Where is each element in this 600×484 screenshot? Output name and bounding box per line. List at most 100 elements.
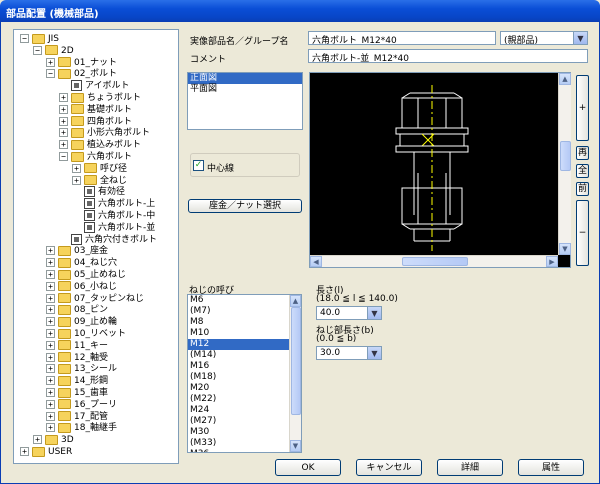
tree-item[interactable]: + ちょうボルト <box>59 92 141 104</box>
tree-item[interactable]: +03_座金 <box>46 245 108 257</box>
tree-item[interactable]: +17_配管 <box>46 411 108 423</box>
tree-item[interactable]: + 呼び径 <box>72 163 127 175</box>
expand-icon[interactable]: + <box>59 140 68 150</box>
expand-icon[interactable]: + <box>46 329 55 338</box>
tree-item[interactable]: +13_シール <box>46 363 117 375</box>
tree-item[interactable]: 六角ボルト-中 <box>72 210 155 222</box>
scroll-down-icon[interactable]: ▼ <box>290 440 301 452</box>
tree-item[interactable]: 六角ボルト-上 <box>72 198 155 210</box>
tree-item[interactable]: +06_小ねじ <box>46 281 117 293</box>
tree-item[interactable]: +15_歯車 <box>46 387 108 399</box>
view-item-top[interactable]: 平面図 <box>188 84 302 95</box>
thread-size-item[interactable]: (M22) <box>188 394 301 405</box>
redraw-button[interactable]: 再 <box>576 146 589 160</box>
expand-icon[interactable]: + <box>46 423 55 433</box>
fit-all-button[interactable]: 全 <box>576 164 589 178</box>
hscroll-thumb[interactable] <box>402 257 468 266</box>
expand-icon[interactable]: + <box>59 93 68 102</box>
scroll-right-icon[interactable]: ▶ <box>546 256 558 267</box>
tree-item[interactable]: + 全ねじ <box>72 175 127 187</box>
length-select[interactable]: 40.0 ▼ <box>316 306 382 320</box>
thread-size-item[interactable]: (M33) <box>188 438 301 449</box>
view-item-front[interactable]: 正面図 <box>188 73 302 84</box>
thread-size-item[interactable]: M20 <box>188 383 301 394</box>
tree-item[interactable]: +12_軸受 <box>46 352 108 364</box>
expand-icon[interactable]: + <box>46 364 55 374</box>
scroll-thumb[interactable] <box>560 141 571 171</box>
scroll-up-icon[interactable]: ▲ <box>290 295 301 307</box>
chevron-down-icon[interactable]: ▼ <box>367 307 381 319</box>
preview-canvas[interactable] <box>309 72 571 268</box>
tree-item[interactable]: + 四角ボルト <box>59 116 132 128</box>
expand-icon[interactable]: + <box>46 340 55 350</box>
expand-icon[interactable]: + <box>46 258 55 268</box>
view-list[interactable]: 正面図 平面図 <box>187 72 303 130</box>
thread-size-item[interactable]: M6 <box>188 295 301 306</box>
part-name-field[interactable]: 六角ボルト_M12*40 <box>308 31 496 45</box>
expand-icon[interactable]: + <box>46 270 55 279</box>
thread-size-item[interactable]: M30 <box>188 427 301 438</box>
tree-item[interactable]: − 02_ボルト <box>46 68 117 80</box>
tree-item[interactable]: 有効径 <box>72 186 125 198</box>
tree-item[interactable]: +01_ナット <box>46 57 117 69</box>
thread-size-item[interactable]: (M27) <box>188 416 301 427</box>
scroll-thumb[interactable] <box>291 307 301 415</box>
thread-length-select[interactable]: 30.0 ▼ <box>316 346 382 360</box>
scroll-up-icon[interactable]: ▲ <box>559 73 571 85</box>
zoom-out-button[interactable]: − <box>576 200 589 266</box>
tree-item[interactable]: +11_キー <box>46 340 108 352</box>
thread-size-item[interactable]: M10 <box>188 328 301 339</box>
comment-field[interactable]: 六角ボルト-並_M12*40 <box>308 49 588 63</box>
tree-item[interactable]: +04_ねじ穴 <box>46 257 117 269</box>
expand-icon[interactable]: + <box>59 128 68 138</box>
tree-item[interactable]: +18_軸継手 <box>46 422 117 434</box>
expand-icon[interactable]: + <box>46 352 55 362</box>
properties-button[interactable]: 属性 <box>518 459 584 476</box>
part-tree[interactable]: − JIS −2D +01_ナット −02_ボルト アイボルト + ちょうボルト + 基礎ボルト +… <box>13 29 179 464</box>
tree-item[interactable]: +05_止めねじ <box>46 269 126 281</box>
expand-icon[interactable]: + <box>46 317 55 327</box>
previous-view-button[interactable]: 前 <box>576 182 589 196</box>
tree-item[interactable]: − 2D <box>33 45 74 57</box>
collapse-icon[interactable]: − <box>33 45 42 55</box>
thread-size-item[interactable]: M12 <box>188 339 301 350</box>
washer-nut-select-button[interactable]: 座金／ナット選択 <box>188 199 302 213</box>
expand-icon[interactable]: + <box>46 305 55 315</box>
expand-icon[interactable]: + <box>46 281 55 291</box>
expand-icon[interactable]: + <box>46 399 55 409</box>
expand-icon[interactable]: + <box>46 411 55 421</box>
expand-icon[interactable]: + <box>46 293 55 303</box>
collapse-icon[interactable]: − <box>46 69 55 79</box>
thread-size-item[interactable]: M8 <box>188 317 301 328</box>
centerline-checkbox[interactable]: ✓ <box>193 160 204 171</box>
thread-size-item[interactable]: (M18) <box>188 372 301 383</box>
canvas-vscroll[interactable]: ▲ ▼ <box>558 73 571 255</box>
tree-item[interactable]: +08_ピン <box>46 304 108 316</box>
expand-icon[interactable]: + <box>46 388 55 397</box>
expand-icon[interactable]: + <box>46 57 55 67</box>
tree-item[interactable]: +16_プーリ <box>46 399 117 411</box>
detail-button[interactable]: 詳細 <box>437 459 503 476</box>
thread-list-vscroll[interactable]: ▲ ▼ <box>289 295 301 452</box>
cancel-button[interactable]: キャンセル <box>356 459 422 476</box>
expand-icon[interactable]: + <box>33 435 42 445</box>
tree-item[interactable]: − JIS <box>20 33 59 45</box>
tree-item[interactable]: − 六角ボルト <box>59 151 132 163</box>
thread-size-item[interactable]: (M14) <box>188 350 301 361</box>
expand-icon[interactable]: + <box>46 246 55 256</box>
group-select[interactable]: (親部品) ▼ <box>500 31 588 45</box>
collapse-icon[interactable]: − <box>59 152 68 161</box>
thread-size-item[interactable]: M24 <box>188 405 301 416</box>
scroll-left-icon[interactable]: ◀ <box>310 256 322 267</box>
tree-item[interactable]: +14_形鋼 <box>46 375 108 387</box>
thread-size-item[interactable]: M36 <box>188 449 301 452</box>
scroll-down-icon[interactable]: ▼ <box>559 243 571 255</box>
tree-item[interactable]: + 植込みボルト <box>59 139 141 151</box>
tree-item[interactable]: +3D <box>33 434 74 446</box>
thread-size-item[interactable]: (M7) <box>188 306 301 317</box>
canvas-hscroll[interactable]: ◀ ▶ <box>310 255 558 267</box>
ok-button[interactable]: OK <box>275 459 341 476</box>
expand-icon[interactable]: + <box>20 447 29 456</box>
tree-item[interactable]: +09_止め輪 <box>46 316 117 328</box>
tree-item[interactable]: 六角穴付きボルト <box>59 233 157 246</box>
